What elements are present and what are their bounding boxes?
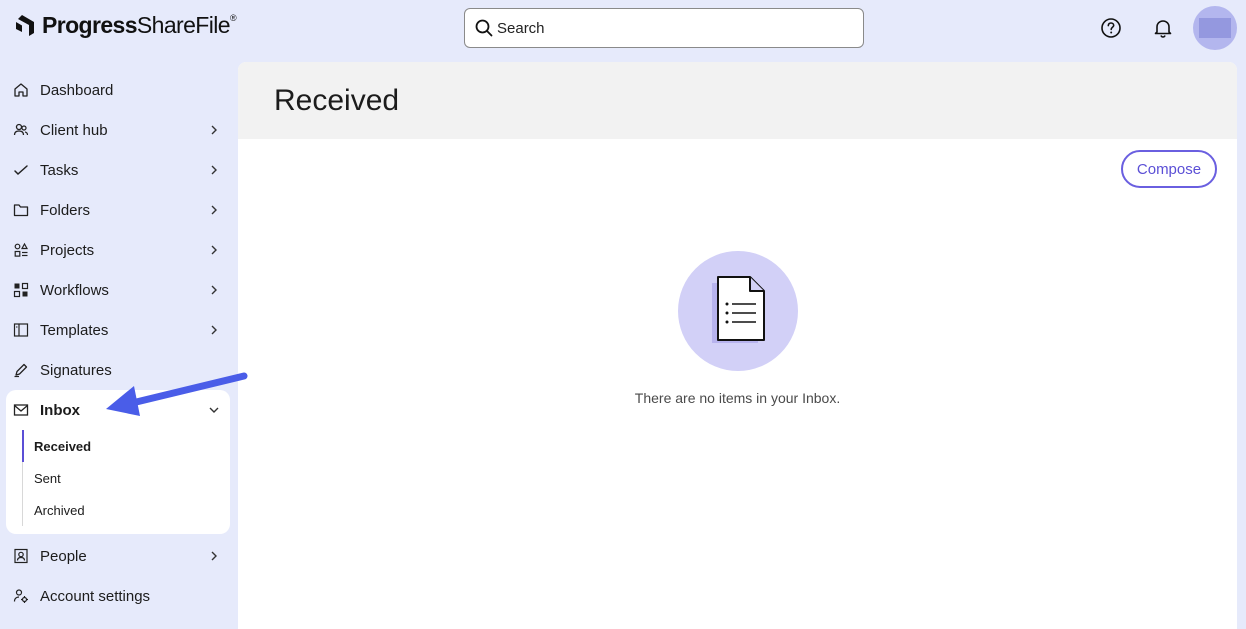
sidebar-item-label: Account settings <box>40 587 151 605</box>
document-list-icon <box>712 276 765 343</box>
avatar-placeholder <box>1199 18 1231 38</box>
avatar[interactable] <box>1193 6 1237 50</box>
search-input[interactable] <box>497 19 837 37</box>
logo-text: ProgressShareFile® <box>42 11 237 38</box>
sidebar-item-workflows[interactable]: Workflows <box>0 270 238 310</box>
sidebar-item-people[interactable]: People <box>0 536 238 576</box>
search-box[interactable] <box>464 8 864 48</box>
annotation-arrow-icon <box>106 372 248 416</box>
logo[interactable]: ProgressShareFile® <box>14 11 237 38</box>
inbox-subnav: Received Sent Archived <box>22 430 222 526</box>
home-icon <box>14 83 28 97</box>
projects-icon <box>14 242 29 257</box>
sidebar-item-folders[interactable]: Folders <box>0 190 238 230</box>
sidebar: Dashboard Client hub Tasks Folders Proje… <box>0 70 238 616</box>
mail-icon <box>13 404 29 416</box>
sidebar-item-projects[interactable]: Projects <box>0 230 238 270</box>
sidebar-item-account-settings[interactable]: Account settings <box>0 576 238 616</box>
users-icon <box>13 123 29 136</box>
chevron-right-icon <box>211 205 217 215</box>
chevron-right-icon <box>211 285 217 295</box>
sidebar-item-label: People <box>40 547 87 565</box>
empty-state-illustration <box>678 251 798 371</box>
main-panel: Received Compose There are no items in y… <box>238 62 1237 629</box>
sidebar-item-tasks[interactable]: Tasks <box>0 150 238 190</box>
folder-icon <box>13 204 29 217</box>
help-icon[interactable] <box>1100 17 1122 39</box>
page-title: Received <box>274 83 400 117</box>
workflow-icon <box>13 282 29 298</box>
subnav-item-archived[interactable]: Archived <box>23 494 222 526</box>
search-icon <box>475 19 493 37</box>
sidebar-item-label: Projects <box>40 241 95 259</box>
sidebar-item-label: Dashboard <box>40 81 114 99</box>
sidebar-item-dashboard[interactable]: Dashboard <box>0 70 238 110</box>
sidebar-item-label: Client hub <box>40 121 108 139</box>
page-header: Received <box>238 62 1237 139</box>
compose-button[interactable]: Compose <box>1121 150 1217 188</box>
template-icon <box>13 323 29 337</box>
contact-icon <box>14 548 28 564</box>
pen-icon <box>14 363 28 378</box>
progress-logo-icon <box>16 15 34 36</box>
sidebar-item-label: Templates <box>40 321 109 339</box>
sidebar-item-label: Workflows <box>40 281 109 299</box>
chevron-right-icon <box>211 125 217 135</box>
sidebar-item-client-hub[interactable]: Client hub <box>0 110 238 150</box>
chevron-right-icon <box>211 165 217 175</box>
chevron-right-icon <box>211 245 217 255</box>
sidebar-item-label: Inbox <box>40 401 80 419</box>
sidebar-item-templates[interactable]: Templates <box>0 310 238 350</box>
empty-state-message: There are no items in your Inbox. <box>634 390 841 406</box>
bell-icon[interactable] <box>1152 17 1174 39</box>
subnav-item-received[interactable]: Received <box>22 430 222 462</box>
check-icon <box>14 165 28 176</box>
chevron-right-icon <box>211 551 217 561</box>
chevron-right-icon <box>211 325 217 335</box>
settings-icon <box>13 589 28 603</box>
top-bar: ProgressShareFile® <box>0 0 1246 58</box>
sidebar-item-label: Folders <box>40 201 91 219</box>
subnav-item-sent[interactable]: Sent <box>23 462 222 494</box>
sidebar-item-label: Tasks <box>40 161 79 179</box>
